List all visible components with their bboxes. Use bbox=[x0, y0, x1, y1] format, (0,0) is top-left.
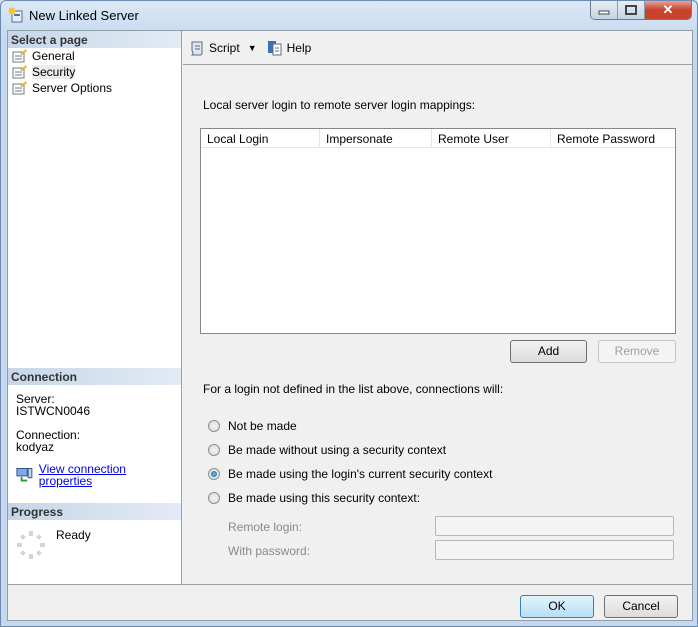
script-button[interactable]: Script ▼ bbox=[189, 40, 257, 56]
help-icon bbox=[267, 40, 282, 55]
connection-properties-icon bbox=[16, 468, 33, 482]
progress-header: Progress bbox=[8, 503, 181, 520]
radio-current-security-context[interactable]: Be made using the login's current securi… bbox=[208, 467, 492, 481]
progress-spinner-icon bbox=[17, 531, 45, 559]
ok-button[interactable]: OK bbox=[520, 595, 594, 618]
progress-status: Ready bbox=[56, 528, 91, 542]
grid-header: Local Login Impersonate Remote User Remo… bbox=[201, 129, 675, 148]
with-password-input[interactable] bbox=[435, 540, 674, 560]
radio-this-security-context[interactable]: Be made using this security context: bbox=[208, 491, 420, 505]
minimize-icon bbox=[598, 10, 610, 15]
help-label: Help bbox=[286, 40, 312, 55]
mappings-label: Local server login to remote server logi… bbox=[203, 98, 476, 112]
connections-label: For a login not defined in the list abov… bbox=[203, 382, 504, 396]
server-value: ISTWCN0046 bbox=[16, 404, 91, 418]
radio-button[interactable] bbox=[208, 420, 220, 432]
progress-section: Progress Ready bbox=[8, 503, 181, 559]
radio-label: Be made without using a security context bbox=[228, 443, 447, 457]
toolbar: Script ▼ Help bbox=[183, 31, 692, 65]
radio-label: Be made using the login's current securi… bbox=[228, 467, 493, 481]
sidebar-item-security[interactable]: Security bbox=[8, 64, 181, 80]
page-icon bbox=[12, 81, 27, 95]
sidebar-item-general[interactable]: General bbox=[8, 48, 181, 64]
cancel-button[interactable]: Cancel bbox=[604, 595, 678, 618]
sidebar-item-label: Security bbox=[32, 65, 76, 79]
remote-login-input[interactable] bbox=[435, 516, 674, 536]
minimize-button[interactable] bbox=[591, 1, 618, 19]
column-header-remote-user[interactable]: Remote User bbox=[432, 129, 551, 147]
help-button[interactable]: Help bbox=[267, 40, 312, 56]
view-connection-properties-link[interactable]: View connection properties bbox=[39, 463, 173, 487]
script-label: Script bbox=[209, 40, 240, 55]
radio-button-selected[interactable] bbox=[208, 468, 220, 480]
radio-button[interactable] bbox=[208, 444, 220, 456]
with-password-label: With password: bbox=[228, 544, 311, 558]
sidebar-item-server-options[interactable]: Server Options bbox=[8, 80, 181, 96]
radio-not-be-made[interactable]: Not be made bbox=[208, 419, 297, 433]
connection-header: Connection bbox=[8, 368, 181, 385]
column-header-remote-password[interactable]: Remote Password bbox=[551, 129, 675, 147]
maximize-button[interactable] bbox=[618, 1, 645, 19]
radio-button[interactable] bbox=[208, 492, 220, 504]
radio-label: Not be made bbox=[228, 419, 297, 433]
dialog-window: New Linked Server ✕ Select a page Genera… bbox=[0, 0, 698, 627]
connection-value: kodyaz bbox=[16, 440, 55, 454]
close-icon: ✕ bbox=[662, 2, 674, 17]
radio-label: Be made using this security context: bbox=[228, 491, 421, 505]
add-button[interactable]: Add bbox=[510, 340, 587, 363]
column-header-local-login[interactable]: Local Login bbox=[201, 129, 320, 147]
select-page-header: Select a page bbox=[8, 31, 181, 48]
title-bar[interactable]: New Linked Server ✕ bbox=[1, 1, 697, 29]
maximize-icon bbox=[625, 5, 637, 15]
connection-section: Connection Server: ISTWCN0046 Connection… bbox=[8, 368, 181, 487]
column-header-impersonate[interactable]: Impersonate bbox=[320, 129, 432, 147]
left-pane: Select a page General Security Server Op… bbox=[8, 31, 182, 584]
window-title: New Linked Server bbox=[29, 8, 139, 23]
remote-login-label: Remote login: bbox=[228, 520, 303, 534]
linked-server-icon bbox=[8, 7, 23, 23]
sidebar-item-label: General bbox=[32, 49, 75, 63]
sidebar-item-label: Server Options bbox=[32, 81, 113, 95]
page-icon bbox=[12, 49, 27, 63]
login-mappings-grid[interactable]: Local Login Impersonate Remote User Remo… bbox=[200, 128, 676, 334]
dialog-footer: OK Cancel bbox=[8, 584, 692, 620]
script-icon bbox=[190, 41, 203, 55]
radio-without-security-context[interactable]: Be made without using a security context bbox=[208, 443, 446, 457]
page-icon bbox=[12, 65, 27, 79]
script-dropdown-icon[interactable]: ▼ bbox=[248, 43, 257, 53]
security-page: Script ▼ Help Local server login to remo… bbox=[183, 31, 692, 584]
close-button[interactable]: ✕ bbox=[645, 1, 691, 19]
remove-button[interactable]: Remove bbox=[598, 340, 676, 363]
dialog-client: Select a page General Security Server Op… bbox=[7, 30, 693, 621]
